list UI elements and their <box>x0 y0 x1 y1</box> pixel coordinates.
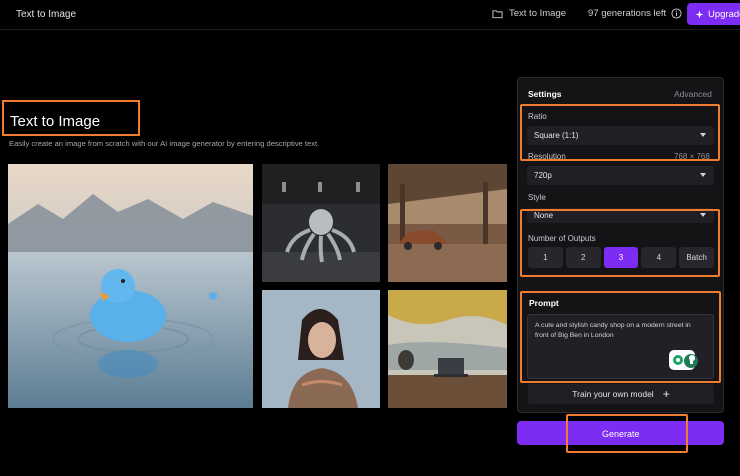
upgrade-label: Upgrade <box>708 8 740 20</box>
info-icon[interactable] <box>671 8 682 19</box>
highlight-box-prompt <box>520 291 721 383</box>
sparkle-icon <box>695 9 704 19</box>
upgrade-button[interactable]: Upgrade <box>687 3 740 25</box>
resolution-select[interactable]: 720p <box>527 166 714 185</box>
highlight-box-generate <box>566 414 688 453</box>
generations-counter: 97 generations left <box>588 8 682 19</box>
abandoned-car-image <box>388 164 507 282</box>
resolution-value: 720p <box>534 171 552 180</box>
folder-icon <box>492 9 503 18</box>
portrait-woman-image <box>262 290 380 408</box>
laptop-lake-image <box>388 290 507 408</box>
blue-duck-lake-image <box>8 164 253 408</box>
train-model-label: Train your own model <box>572 389 654 399</box>
breadcrumb[interactable]: Text to Image <box>492 8 566 19</box>
chevron-down-icon <box>700 173 706 177</box>
settings-heading: Settings <box>528 89 562 99</box>
top-bar: Text to Image Text to Image 97 generatio… <box>0 0 740 30</box>
page-subtitle: Easily create an image from scratch with… <box>9 139 320 148</box>
plus-icon: + <box>662 387 670 401</box>
style-label: Style <box>528 193 546 202</box>
train-model-button[interactable]: Train your own model + <box>528 384 714 404</box>
app-title: Text to Image <box>16 9 77 20</box>
advanced-toggle[interactable]: Advanced <box>674 89 712 99</box>
breadcrumb-label: Text to Image <box>509 8 567 19</box>
generations-label: 97 generations left <box>588 8 667 19</box>
highlight-box-ratio <box>520 104 720 161</box>
page-title: Text to Image <box>2 100 140 136</box>
highlight-box-outputs <box>520 209 720 277</box>
octopus-image <box>262 164 380 282</box>
